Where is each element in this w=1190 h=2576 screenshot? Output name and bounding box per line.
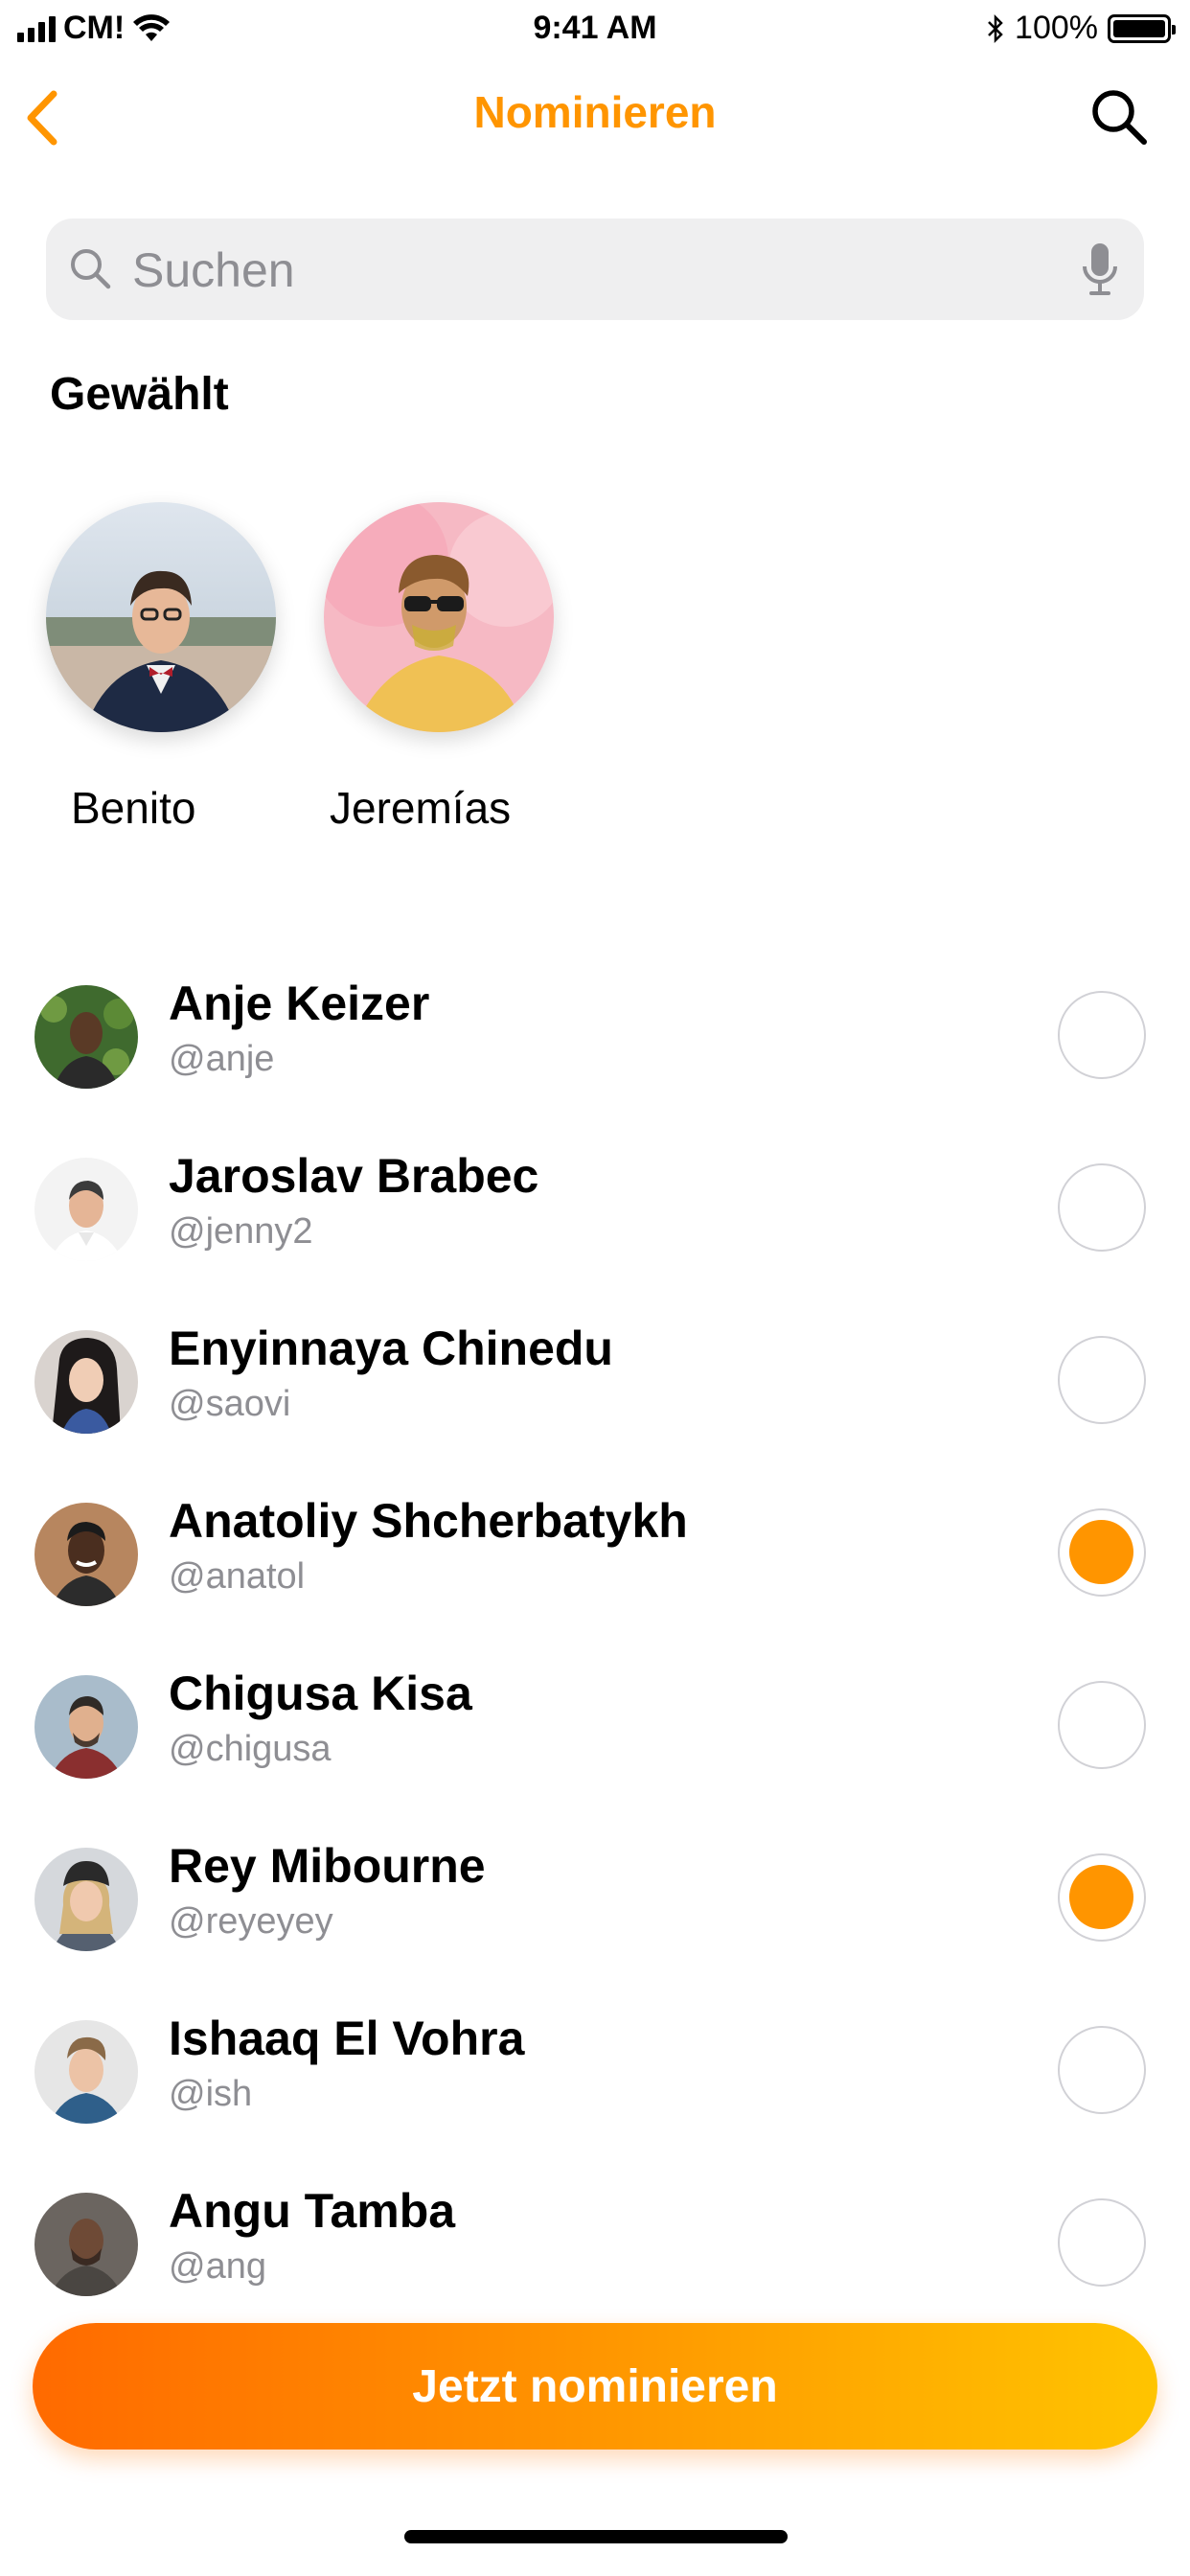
status-bar: CM! 9:41 AM 100% [0, 0, 1190, 63]
list-item[interactable]: Jaroslav Brabec @jenny2 [0, 1138, 1190, 1311]
contact-name: Ishaaq El Vohra [169, 2012, 525, 2065]
selected-person-name: Jeremías [330, 783, 512, 833]
contact-handle: @ish [169, 2074, 253, 2114]
contact-name: Angu Tamba [169, 2184, 456, 2238]
nominate-button[interactable]: Jetzt nominieren [33, 2323, 1157, 2450]
avatar [34, 985, 138, 1089]
avatar [34, 2193, 138, 2296]
contact-name: Chigusa Kisa [169, 1667, 472, 1720]
search-bar [46, 218, 1144, 322]
contact-handle: @reyeyey [169, 1901, 333, 1942]
contact-name: Anatoliy Shcherbatykh [169, 1494, 688, 1548]
status-right: 100% [986, 10, 1176, 47]
select-radio[interactable] [1058, 1336, 1146, 1424]
select-radio[interactable] [1058, 991, 1146, 1079]
selected-person[interactable]: Jeremías [324, 502, 554, 834]
select-radio[interactable] [1058, 2198, 1146, 2287]
selected-person-name: Benito [71, 783, 196, 833]
search-input[interactable] [130, 218, 1054, 322]
contact-handle: @anje [169, 1039, 275, 1079]
select-radio-checked[interactable] [1058, 1508, 1146, 1597]
avatar [34, 1675, 138, 1779]
contact-handle: @saovi [169, 1384, 291, 1424]
list-item[interactable]: Ishaaq El Vohra @ish [0, 2001, 1190, 2174]
microphone-icon[interactable] [1081, 242, 1119, 297]
list-item[interactable]: Angu Tamba @ang [0, 2174, 1190, 2346]
bluetooth-icon [988, 13, 1003, 43]
page-title: Nominieren [473, 87, 717, 137]
avatar [46, 502, 276, 732]
avatar [34, 1330, 138, 1434]
selected-section-title: Gewählt [50, 369, 229, 420]
battery-percent: 100% [1015, 10, 1098, 46]
select-radio[interactable] [1058, 1163, 1146, 1252]
contact-handle: @jenny2 [169, 1211, 313, 1252]
search-field-icon [71, 249, 111, 289]
list-item[interactable]: Enyinnaya Chinedu @saovi [0, 1311, 1190, 1484]
contact-name: Enyinnaya Chinedu [169, 1322, 613, 1375]
avatar [324, 502, 554, 732]
select-radio[interactable] [1058, 2026, 1146, 2114]
avatar [34, 1848, 138, 1951]
contact-name: Jaroslav Brabec [169, 1149, 539, 1203]
list-item[interactable]: Chigusa Kisa @chigusa [0, 1656, 1190, 1828]
search-button[interactable] [1087, 84, 1152, 150]
contact-name: Rey Mibourne [169, 1839, 486, 1893]
contact-handle: @anatol [169, 1556, 306, 1597]
select-radio-checked[interactable] [1058, 1853, 1146, 1942]
selected-person[interactable]: Benito [46, 502, 276, 834]
search-icon [1092, 90, 1147, 145]
list-item[interactable]: Rey Mibourne @reyeyey [0, 1828, 1190, 2001]
list-item[interactable]: Anje Keizer @anje [0, 966, 1190, 1138]
select-radio[interactable] [1058, 1681, 1146, 1769]
contact-handle: @ang [169, 2246, 266, 2287]
battery-icon [1108, 13, 1176, 43]
home-indicator[interactable] [404, 2530, 788, 2543]
list-item[interactable]: Anatoliy Shcherbatykh @anatol [0, 1484, 1190, 1656]
avatar [34, 1503, 138, 1606]
contact-name: Anje Keizer [169, 977, 430, 1030]
contact-handle: @chigusa [169, 1729, 332, 1769]
avatar [34, 2020, 138, 2124]
avatar [34, 1158, 138, 1261]
